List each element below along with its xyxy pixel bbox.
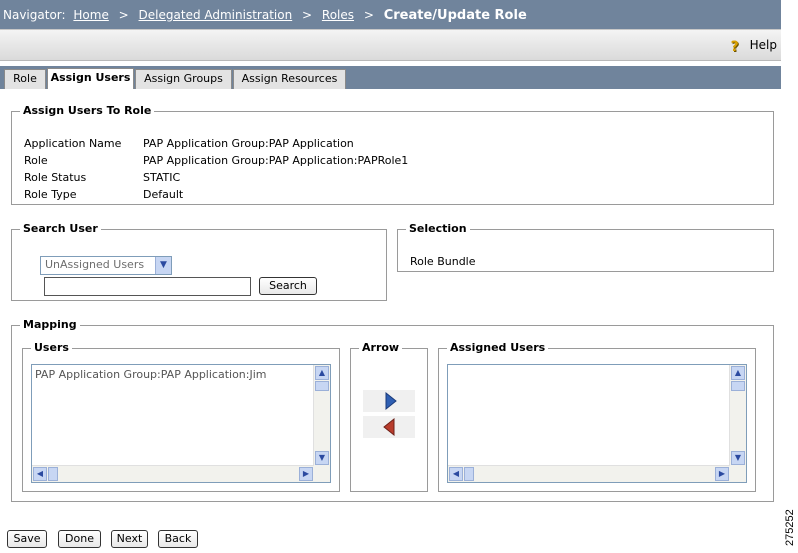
- user-filter-select[interactable]: UnAssigned Users ▼: [40, 256, 172, 275]
- scroll-left-icon[interactable]: ◀: [33, 467, 47, 481]
- role-label: Role: [24, 154, 48, 167]
- section-legend: Search User: [20, 222, 101, 235]
- scroll-thumb[interactable]: [315, 381, 329, 391]
- users-listbox[interactable]: PAP Application Group:PAP Application:Ji…: [31, 364, 331, 483]
- horizontal-scrollbar[interactable]: ◀ ▶: [32, 465, 314, 482]
- section-legend: Selection: [406, 222, 470, 235]
- selection-value: Role Bundle: [410, 255, 476, 268]
- help-label: Help: [749, 38, 777, 52]
- selection-section: Selection Role Bundle: [397, 222, 774, 272]
- scroll-corner: [314, 466, 330, 482]
- figure-id: 275252: [784, 509, 796, 546]
- role-status-label: Role Status: [24, 171, 87, 184]
- section-legend: Assigned Users: [447, 341, 549, 354]
- horizontal-scrollbar[interactable]: ◀ ▶: [448, 465, 730, 482]
- application-name-label: Application Name: [24, 137, 122, 150]
- arrow-right-icon: [385, 391, 397, 411]
- scroll-down-icon[interactable]: ▼: [731, 451, 745, 465]
- breadcrumb-separator: >: [302, 8, 313, 22]
- breadcrumb-home[interactable]: Home: [73, 8, 108, 22]
- users-section: Users PAP Application Group:PAP Applicat…: [22, 341, 340, 492]
- vertical-scrollbar[interactable]: ▲ ▼: [729, 365, 746, 466]
- navigator-label: Navigator:: [3, 8, 66, 22]
- tab-role[interactable]: Role: [4, 69, 46, 89]
- role-type-value: Default: [143, 188, 184, 201]
- next-button[interactable]: Next: [111, 530, 148, 548]
- search-button[interactable]: Search: [259, 277, 317, 295]
- assign-users-to-role-section: Assign Users To Role Application Name PA…: [11, 104, 774, 205]
- tab-assign-users[interactable]: Assign Users: [47, 68, 134, 89]
- toolbar: ? Help: [0, 29, 781, 61]
- remove-user-button[interactable]: [363, 416, 415, 438]
- role-type-label: Role Type: [24, 188, 77, 201]
- breadcrumb-separator: >: [118, 8, 129, 22]
- save-button[interactable]: Save: [7, 530, 47, 548]
- tab-assign-resources[interactable]: Assign Resources: [233, 69, 346, 89]
- user-filter-selected: UnAssigned Users: [45, 258, 145, 271]
- arrow-left-icon: [383, 417, 395, 437]
- navigator-bar: Navigator: Home > Delegated Administrati…: [0, 0, 781, 29]
- breadcrumb-roles[interactable]: Roles: [322, 8, 354, 22]
- add-user-button[interactable]: [363, 390, 415, 412]
- scroll-right-icon[interactable]: ▶: [715, 467, 729, 481]
- back-button[interactable]: Back: [158, 530, 198, 548]
- scroll-up-icon[interactable]: ▲: [731, 366, 745, 380]
- help-link[interactable]: ? Help: [730, 38, 777, 55]
- role-value: PAP Application Group:PAP Application:PA…: [143, 154, 409, 167]
- page-title: Create/Update Role: [383, 8, 527, 23]
- help-question-icon: ?: [730, 39, 739, 55]
- search-input[interactable]: [44, 277, 251, 296]
- figure-id-text: 275252: [784, 509, 796, 546]
- scroll-corner: [730, 466, 746, 482]
- vertical-scrollbar[interactable]: ▲ ▼: [313, 365, 330, 466]
- scroll-thumb[interactable]: [464, 467, 474, 481]
- scroll-thumb[interactable]: [731, 381, 745, 391]
- section-legend: Users: [31, 341, 72, 354]
- assigned-users-listbox[interactable]: ▲ ▼ ◀ ▶: [447, 364, 747, 483]
- section-legend: Assign Users To Role: [20, 104, 155, 117]
- scroll-left-icon[interactable]: ◀: [449, 467, 463, 481]
- scroll-right-icon[interactable]: ▶: [299, 467, 313, 481]
- application-name-value: PAP Application Group:PAP Application: [143, 137, 354, 150]
- search-user-section: Search User UnAssigned Users ▼ Search: [11, 222, 387, 301]
- arrow-section: Arrow: [350, 341, 428, 492]
- section-legend: Arrow: [359, 341, 403, 354]
- role-status-value: STATIC: [143, 171, 181, 184]
- scroll-down-icon[interactable]: ▼: [315, 451, 329, 465]
- breadcrumb-delegated-administration[interactable]: Delegated Administration: [139, 8, 293, 22]
- scroll-thumb[interactable]: [48, 467, 58, 481]
- section-legend: Mapping: [20, 318, 80, 331]
- done-button[interactable]: Done: [58, 530, 101, 548]
- list-item[interactable]: PAP Application Group:PAP Application:Ji…: [35, 368, 267, 381]
- mapping-section: Mapping Users PAP Application Group:PAP …: [11, 318, 774, 502]
- assigned-users-section: Assigned Users ▲ ▼ ◀ ▶: [438, 341, 756, 492]
- breadcrumb-separator: >: [363, 8, 374, 22]
- chevron-down-icon[interactable]: ▼: [155, 257, 171, 274]
- scroll-up-icon[interactable]: ▲: [315, 366, 329, 380]
- tab-assign-groups[interactable]: Assign Groups: [135, 69, 232, 89]
